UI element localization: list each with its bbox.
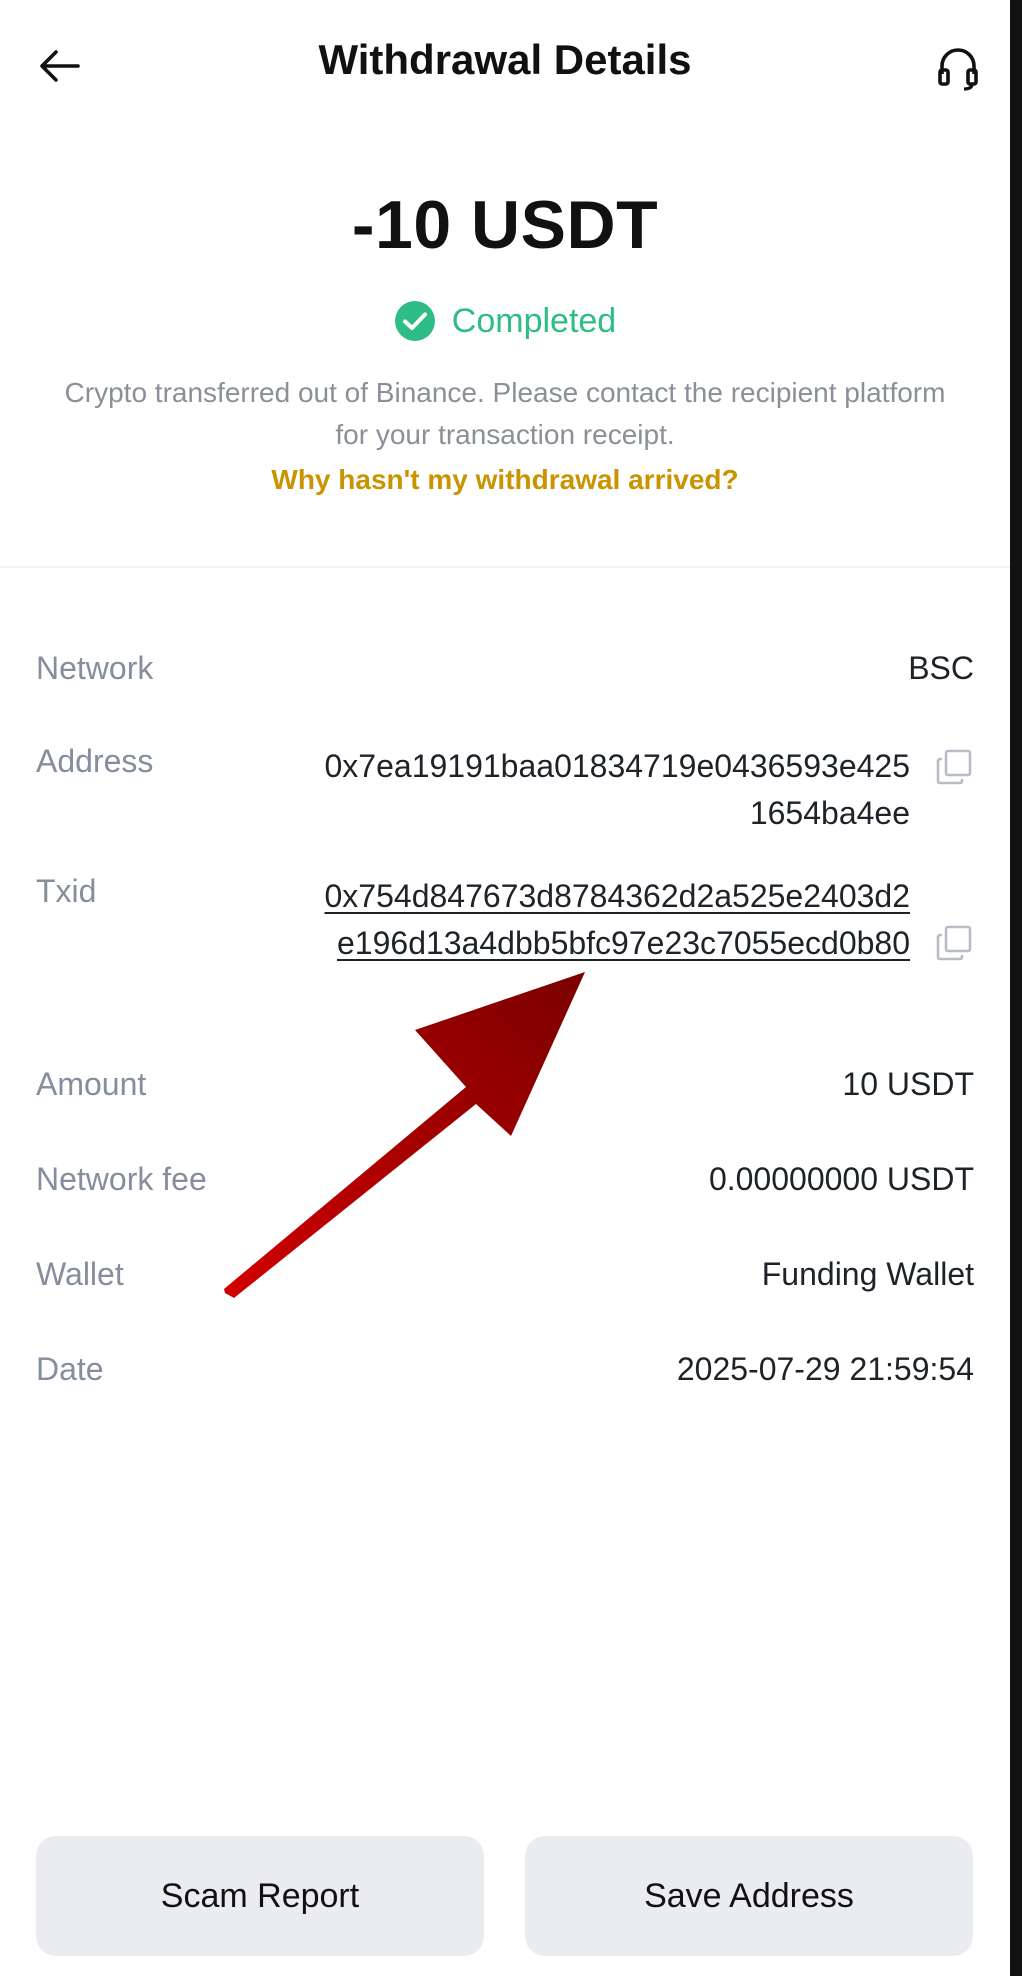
scam-report-button[interactable]: Scam Report — [36, 1836, 484, 1956]
detail-label: Date — [36, 1351, 104, 1387]
detail-row-address: Address 0x7ea19191baa01834719e0436593e42… — [36, 743, 974, 843]
save-address-button[interactable]: Save Address — [525, 1836, 973, 1956]
status-description: Crypto transferred out of Binance. Pleas… — [64, 377, 946, 450]
txid-link[interactable]: 0x754d847673d8784362d2a525e2403d2e196d13… — [325, 878, 911, 961]
detail-label: Address — [36, 743, 154, 779]
wallet-value: Funding Wallet — [761, 1256, 974, 1292]
copy-icon — [936, 925, 972, 961]
detail-row-txid: Txid 0x754d847673d8784362d2a525e2403d2e1… — [36, 873, 974, 1023]
status-badge: Completed — [0, 300, 1010, 342]
detail-row-date: Date 2025-07-29 21:59:54 — [36, 1351, 974, 1395]
detail-row-amount: Amount 10 USDT — [36, 1066, 974, 1110]
detail-label: Wallet — [36, 1256, 124, 1292]
detail-label: Txid — [36, 873, 97, 909]
date-value: 2025-07-29 21:59:54 — [676, 1351, 974, 1387]
copy-txid-button[interactable] — [934, 923, 974, 963]
detail-row-wallet: Wallet Funding Wallet — [36, 1256, 974, 1300]
fee-value: 0.00000000 USDT — [708, 1161, 974, 1197]
screen-edge — [1010, 0, 1022, 1976]
copy-icon — [936, 749, 972, 785]
detail-row-fee: Network fee 0.00000000 USDT — [36, 1161, 974, 1205]
copy-address-button[interactable] — [934, 747, 974, 787]
detail-label: Amount — [36, 1066, 147, 1102]
address-value: 0x7ea19191baa01834719e0436593e4251654ba4… — [324, 748, 911, 831]
txid-value: 0x754d847673d8784362d2a525e2403d2e196d13… — [310, 873, 911, 967]
support-button[interactable] — [928, 38, 988, 98]
status-text: Completed — [451, 301, 617, 340]
detail-label: Network — [36, 650, 154, 686]
divider — [0, 566, 1010, 568]
withdrawal-details-screen: Withdrawal Details -10 USDT Completed Cr… — [0, 0, 1010, 1976]
help-link[interactable]: Why hasn't my withdrawal arrived? — [0, 464, 1010, 496]
network-value: BSC — [908, 650, 974, 686]
header: Withdrawal Details — [0, 0, 1010, 130]
detail-label: Network fee — [36, 1161, 207, 1197]
withdrawal-amount: -10 USDT — [351, 187, 659, 263]
page-title: Withdrawal Details — [318, 36, 692, 83]
headset-icon — [938, 48, 978, 91]
check-circle-icon — [394, 301, 435, 341]
detail-row-network: Network BSC — [36, 650, 974, 694]
amount-value: 10 USDT — [842, 1066, 974, 1102]
